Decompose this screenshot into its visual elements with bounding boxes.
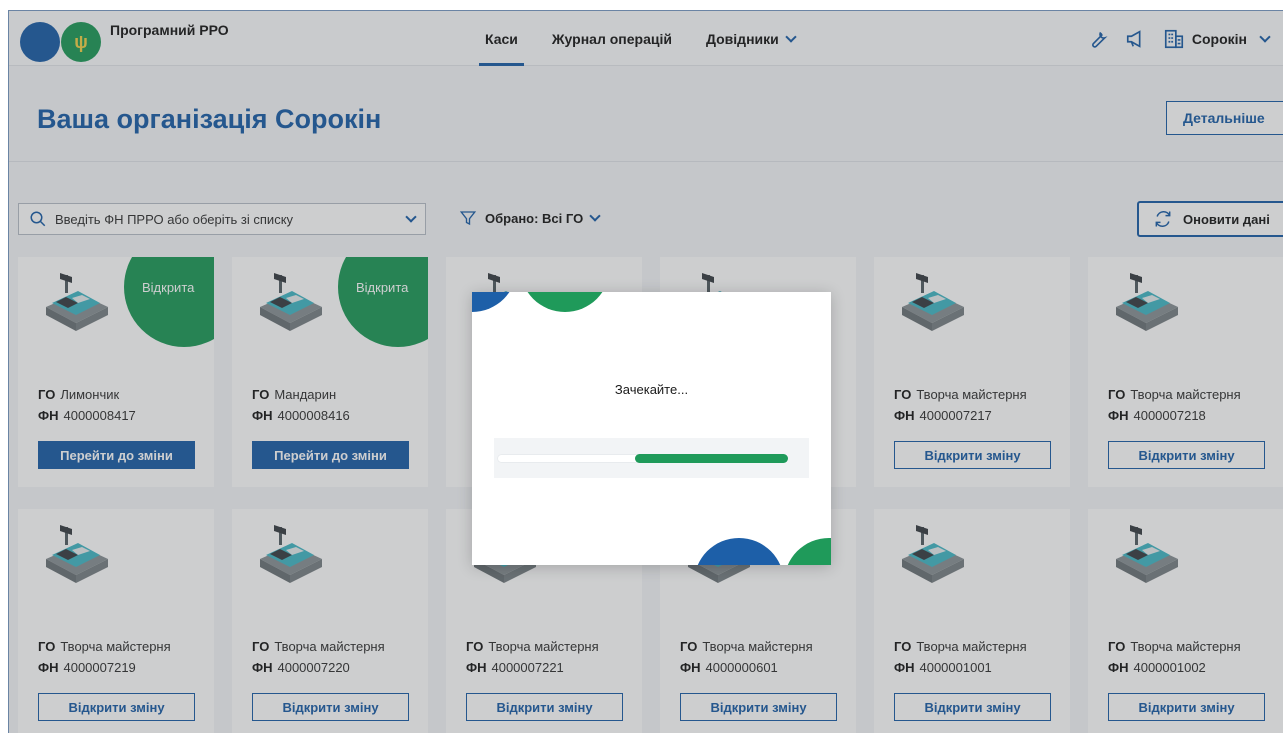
decor-circle	[472, 292, 517, 312]
loading-message: Зачекайте...	[614, 382, 689, 397]
decor-circle	[784, 538, 831, 565]
decor-circle	[694, 538, 784, 565]
progress-fill	[635, 454, 788, 463]
decor-circle	[520, 292, 610, 312]
loading-dialog: Зачекайте...	[472, 292, 831, 565]
